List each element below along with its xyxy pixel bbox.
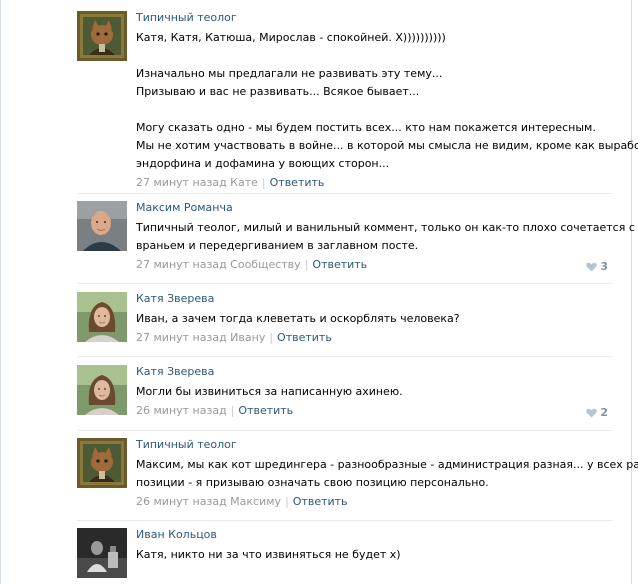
avatar[interactable] <box>77 438 127 488</box>
like-button[interactable]: 3 <box>586 258 608 276</box>
woman-portrait-icon <box>77 292 127 342</box>
comment-line: Мы не хотим участвовать в войне... в кот… <box>136 139 638 152</box>
reply-button[interactable]: Ответить <box>312 258 367 271</box>
man-portrait-icon <box>77 201 127 251</box>
left-border <box>0 0 1 584</box>
comment-text: Могли бы извиниться за написанную ахинею… <box>136 383 606 401</box>
avatar[interactable] <box>77 201 127 251</box>
woman-portrait-icon <box>77 365 127 415</box>
comment-text: Катя, никто ни за что извиняться не буде… <box>136 546 606 564</box>
comment-line: враньем и передергиванием в заглавном по… <box>136 239 419 252</box>
author-link[interactable]: Катя Зверева <box>136 292 606 306</box>
comment-line: Типичный теолог, милый и ванильный комме… <box>136 221 635 234</box>
comment-text: Типичный теолог, милый и ванильный комме… <box>136 219 635 255</box>
comment-line: позиции - я призываю означать свою позиц… <box>136 476 489 489</box>
comment-divider <box>77 356 612 357</box>
comment-line: Катя, никто ни за что извиняться не буде… <box>136 548 401 561</box>
comment-divider <box>77 430 612 431</box>
author-link[interactable]: Типичный теолог <box>136 438 606 452</box>
comment-line: Изначально мы предлагали не развивать эт… <box>136 67 443 80</box>
comment-text: Максим, мы как кот шредингера - разнообр… <box>136 456 638 492</box>
reply-button[interactable]: Ответить <box>270 176 325 189</box>
comment-body: Катя Зверева Могли бы извиниться за напи… <box>136 365 606 420</box>
heart-icon <box>586 408 598 418</box>
comment-line: Иван, а зачем тогда клеветать и оскорбля… <box>136 312 460 325</box>
comment-body: Иван Кольцов Катя, никто ни за что извин… <box>136 528 606 564</box>
avatar[interactable] <box>77 11 127 61</box>
timestamp-link[interactable]: 27 минут назад Ивану <box>136 331 265 344</box>
timestamp-link[interactable]: 26 минут назад Максиму <box>136 495 281 508</box>
comment-meta: 26 минут назад | Ответить <box>136 402 606 420</box>
comment-body: Катя Зверева Иван, а зачем тогда клевета… <box>136 292 606 347</box>
comment-line: эндорфина и дофамина у воющих сторон... <box>136 157 390 170</box>
comment-line: Могу сказать одно - мы будем постить все… <box>136 121 596 134</box>
reply-button[interactable]: Ответить <box>238 404 293 417</box>
like-button[interactable]: 2 <box>586 404 608 422</box>
comment-divider <box>77 283 612 284</box>
reply-button[interactable]: Ответить <box>293 495 348 508</box>
like-count: 3 <box>600 260 608 273</box>
comment-text: Катя, Катя, Катюша, Мирослав - спокойней… <box>136 29 638 173</box>
reply-button[interactable]: Ответить <box>277 331 332 344</box>
timestamp-link[interactable]: 27 минут назад Кате <box>136 176 258 189</box>
comment-line: Катя, Катя, Катюша, Мирослав - спокойней… <box>136 31 446 44</box>
comment-line: Могли бы извиниться за написанную ахинею… <box>136 385 403 398</box>
timestamp-link[interactable]: 27 минут назад Сообществу <box>136 258 301 271</box>
comment-body: Типичный теолог Катя, Катя, Катюша, Миро… <box>136 11 638 192</box>
author-link[interactable]: Катя Зверева <box>136 365 606 379</box>
comment-meta: 26 минут назад Максиму | Ответить <box>136 493 606 511</box>
meta-separator: | <box>269 331 274 344</box>
comment-divider <box>77 193 612 194</box>
comment-body: Типичный теолог Максим, мы как кот шреди… <box>136 438 638 511</box>
meta-separator: | <box>285 495 289 508</box>
comment-line: Максим, мы как кот шредингера - разнообр… <box>136 458 638 471</box>
bw-photo-icon <box>77 528 127 578</box>
meta-separator: | <box>261 176 266 189</box>
meta-separator: | <box>230 404 235 417</box>
comment-line: Призываю и вас не развивать... Всякое бы… <box>136 85 420 98</box>
avatar[interactable] <box>77 528 127 578</box>
cat-painting-icon <box>77 438 127 488</box>
avatar[interactable] <box>77 365 127 415</box>
author-link[interactable]: Типичный теолог <box>136 11 606 25</box>
comment-body: Максим Романча Типичный теолог, милый и … <box>136 201 635 274</box>
timestamp-link[interactable]: 26 минут назад <box>136 404 227 417</box>
comment-divider <box>77 520 612 521</box>
like-count: 2 <box>600 406 608 419</box>
author-link[interactable]: Иван Кольцов <box>136 528 606 542</box>
meta-separator: | <box>304 258 309 271</box>
right-border <box>631 0 632 584</box>
comment-meta: 27 минут назад Кате | Ответить <box>136 174 606 192</box>
comment-meta: 27 минут назад Сообществу | Ответить <box>136 256 606 274</box>
comment-text: Иван, а зачем тогда клеветать и оскорбля… <box>136 310 606 328</box>
heart-icon <box>586 262 598 272</box>
avatar[interactable] <box>77 292 127 342</box>
author-link[interactable]: Максим Романча <box>136 201 606 215</box>
cat-painting-icon <box>77 11 127 61</box>
comment-meta: 27 минут назад Ивану | Ответить <box>136 329 606 347</box>
